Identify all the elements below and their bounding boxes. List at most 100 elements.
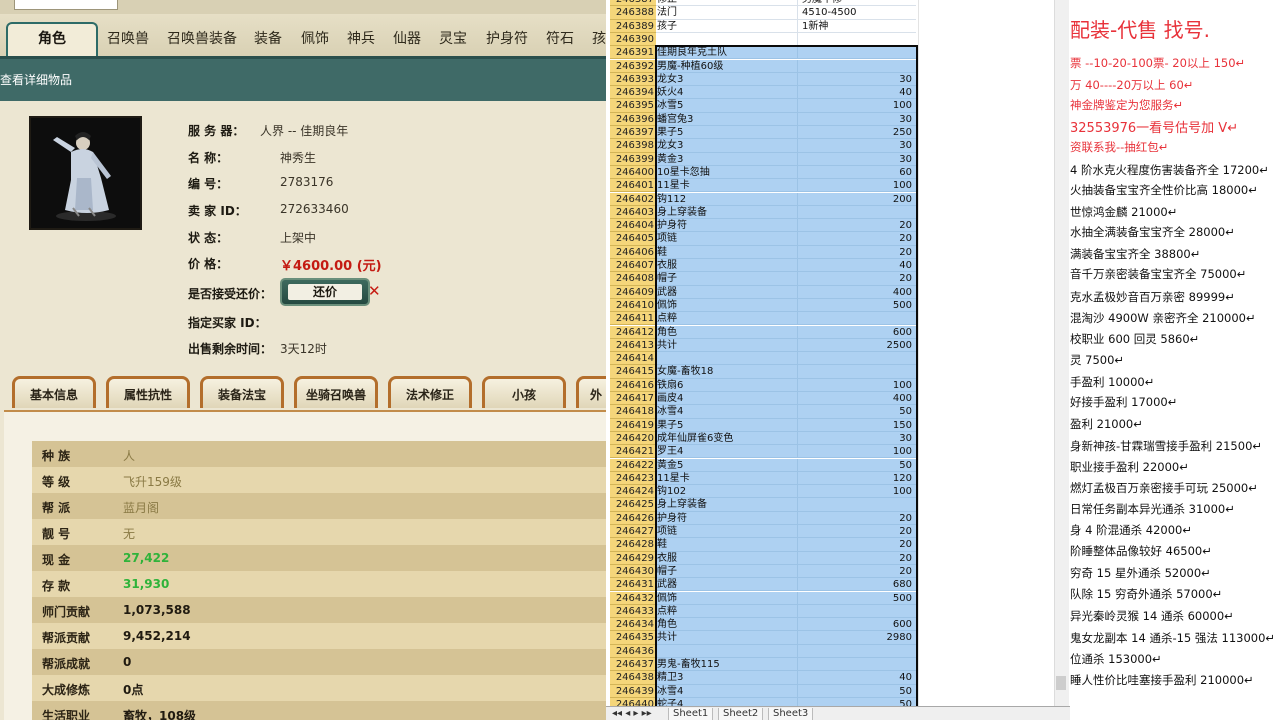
row-number[interactable]: 246406 bbox=[610, 245, 656, 259]
counter-offer-button[interactable]: 还价 bbox=[280, 278, 370, 306]
cell-value[interactable]: 600 bbox=[798, 325, 916, 339]
row-number[interactable]: 246411 bbox=[610, 312, 656, 326]
cell-value[interactable]: 30 bbox=[798, 139, 916, 153]
cell-value[interactable]: 20 bbox=[798, 511, 916, 525]
row-number[interactable]: 246415 bbox=[610, 365, 656, 379]
cell-value[interactable]: 20 bbox=[798, 525, 916, 539]
row-number[interactable]: 246420 bbox=[610, 431, 656, 446]
cell-item[interactable]: 佳期良年克土队 bbox=[656, 46, 798, 60]
row-number[interactable]: 246437 bbox=[610, 658, 656, 672]
row-number[interactable]: 246400 bbox=[610, 165, 656, 180]
cell-value[interactable]: 2500 bbox=[798, 338, 916, 353]
cell-item[interactable]: 女魔-畜牧18 bbox=[656, 365, 798, 379]
cell-value[interactable] bbox=[798, 312, 916, 326]
tab-role[interactable]: 角色 bbox=[6, 22, 98, 56]
cell-item[interactable]: 黄金3 bbox=[656, 152, 798, 166]
cell-value[interactable] bbox=[798, 59, 916, 73]
cell-item[interactable]: 冰雪4 bbox=[656, 405, 798, 419]
row-number[interactable]: 246429 bbox=[610, 551, 656, 565]
cell-value[interactable]: 150 bbox=[798, 418, 916, 432]
cell-value[interactable] bbox=[798, 498, 916, 512]
row-number[interactable]: 246408 bbox=[610, 272, 656, 286]
cell-item[interactable]: 妖火4 bbox=[656, 86, 798, 100]
cell-value[interactable]: 30 bbox=[798, 152, 916, 166]
cell-value[interactable]: 40 bbox=[798, 671, 916, 685]
cell-value[interactable]: 20 bbox=[798, 245, 916, 259]
cell-item[interactable]: 共计 bbox=[656, 338, 798, 353]
row-number[interactable]: 246402 bbox=[610, 192, 656, 206]
row-number[interactable]: 246422 bbox=[610, 458, 656, 472]
row-number[interactable]: 246430 bbox=[610, 564, 656, 579]
cell-value[interactable]: 100 bbox=[798, 179, 916, 193]
row-number[interactable]: 246404 bbox=[610, 219, 656, 233]
subtab-child[interactable]: 小孩 bbox=[482, 376, 566, 408]
cell-item[interactable]: 法门 bbox=[656, 6, 798, 20]
row-number[interactable]: 246427 bbox=[610, 525, 656, 539]
cell-item[interactable]: 点粹 bbox=[656, 604, 798, 619]
cell-item[interactable]: 项链 bbox=[656, 232, 798, 246]
cell-value[interactable]: 600 bbox=[798, 618, 916, 632]
cell-item[interactable]: 角色 bbox=[656, 325, 798, 339]
cell-value[interactable]: 400 bbox=[798, 285, 916, 299]
cell-item[interactable]: 成年仙屏雀6变色 bbox=[656, 431, 798, 446]
cell-item[interactable]: 果子5 bbox=[656, 418, 798, 432]
cell-item[interactable]: 罗王4 bbox=[656, 445, 798, 459]
cell-value[interactable]: 30 bbox=[798, 112, 916, 126]
cell-item[interactable]: 精卫3 bbox=[656, 671, 798, 685]
cell-item[interactable]: 鞋 bbox=[656, 538, 798, 552]
sheet-tab-2[interactable]: Sheet2 bbox=[718, 708, 764, 720]
cell-value[interactable] bbox=[798, 46, 916, 60]
cell-item[interactable]: 龙女3 bbox=[656, 72, 798, 87]
cell-item[interactable]: 武器 bbox=[656, 578, 798, 592]
row-number[interactable]: 246393 bbox=[610, 72, 656, 87]
row-number[interactable]: 246434 bbox=[610, 618, 656, 632]
tab-rune-stone[interactable]: 符石 bbox=[541, 24, 579, 54]
cell-item[interactable] bbox=[656, 644, 798, 658]
cell-value[interactable] bbox=[798, 33, 916, 47]
scrollbar-thumb[interactable] bbox=[1056, 676, 1066, 690]
cell-item[interactable]: 身上穿装备 bbox=[656, 205, 798, 220]
cell-value[interactable]: 50 bbox=[798, 458, 916, 472]
cell-item[interactable]: 帽子 bbox=[656, 564, 798, 579]
cell-item[interactable]: 武器 bbox=[656, 285, 798, 299]
cell-value[interactable]: 500 bbox=[798, 591, 916, 605]
cell-item[interactable]: 冰雪4 bbox=[656, 684, 798, 698]
row-number[interactable]: 246421 bbox=[610, 445, 656, 459]
cell-value[interactable]: 2980 bbox=[798, 631, 916, 645]
tab-immortal-artifact[interactable]: 仙器 bbox=[388, 24, 426, 54]
cell-value[interactable]: 20 bbox=[798, 219, 916, 233]
row-number[interactable]: 246391 bbox=[610, 46, 656, 60]
tab-equipment[interactable]: 装备 bbox=[249, 24, 287, 54]
cell-value[interactable]: 1新神 bbox=[798, 20, 916, 33]
tab-spirit-treasure[interactable]: 灵宝 bbox=[434, 24, 472, 54]
cell-item[interactable]: 衣服 bbox=[656, 551, 798, 565]
cell-value[interactable]: 20 bbox=[798, 538, 916, 552]
subtab-basic-info[interactable]: 基本信息 bbox=[12, 376, 96, 408]
cell-value[interactable] bbox=[798, 352, 916, 366]
sheet-tab-3[interactable]: Sheet3 bbox=[768, 708, 814, 720]
row-number[interactable]: 246399 bbox=[610, 152, 656, 166]
row-number[interactable]: 246394 bbox=[610, 86, 656, 100]
row-number[interactable]: 246438 bbox=[610, 671, 656, 685]
cell-value[interactable]: 680 bbox=[798, 578, 916, 592]
cell-value[interactable]: 60 bbox=[798, 165, 916, 180]
row-number[interactable]: 246407 bbox=[610, 259, 656, 273]
cell-value[interactable] bbox=[798, 205, 916, 220]
cell-value[interactable]: 30 bbox=[798, 72, 916, 87]
row-number[interactable]: 246425 bbox=[610, 498, 656, 512]
row-number[interactable]: 246423 bbox=[610, 471, 656, 486]
cell-item[interactable]: 钩102 bbox=[656, 485, 798, 499]
cell-item[interactable]: 11星卡 bbox=[656, 179, 798, 193]
cell-value[interactable]: 500 bbox=[798, 298, 916, 313]
cell-item[interactable] bbox=[656, 352, 798, 366]
row-number[interactable]: 246414 bbox=[610, 352, 656, 366]
cell-item[interactable]: 帽子 bbox=[656, 272, 798, 286]
row-number[interactable]: 246433 bbox=[610, 604, 656, 619]
cell-item[interactable]: 11星卡 bbox=[656, 471, 798, 486]
cell-item[interactable]: 蟠宫兔3 bbox=[656, 112, 798, 126]
row-number[interactable]: 246418 bbox=[610, 405, 656, 419]
cell-value[interactable] bbox=[798, 658, 916, 672]
cell-item[interactable]: 角色 bbox=[656, 618, 798, 632]
row-number[interactable]: 246412 bbox=[610, 325, 656, 339]
cell-value[interactable] bbox=[798, 365, 916, 379]
